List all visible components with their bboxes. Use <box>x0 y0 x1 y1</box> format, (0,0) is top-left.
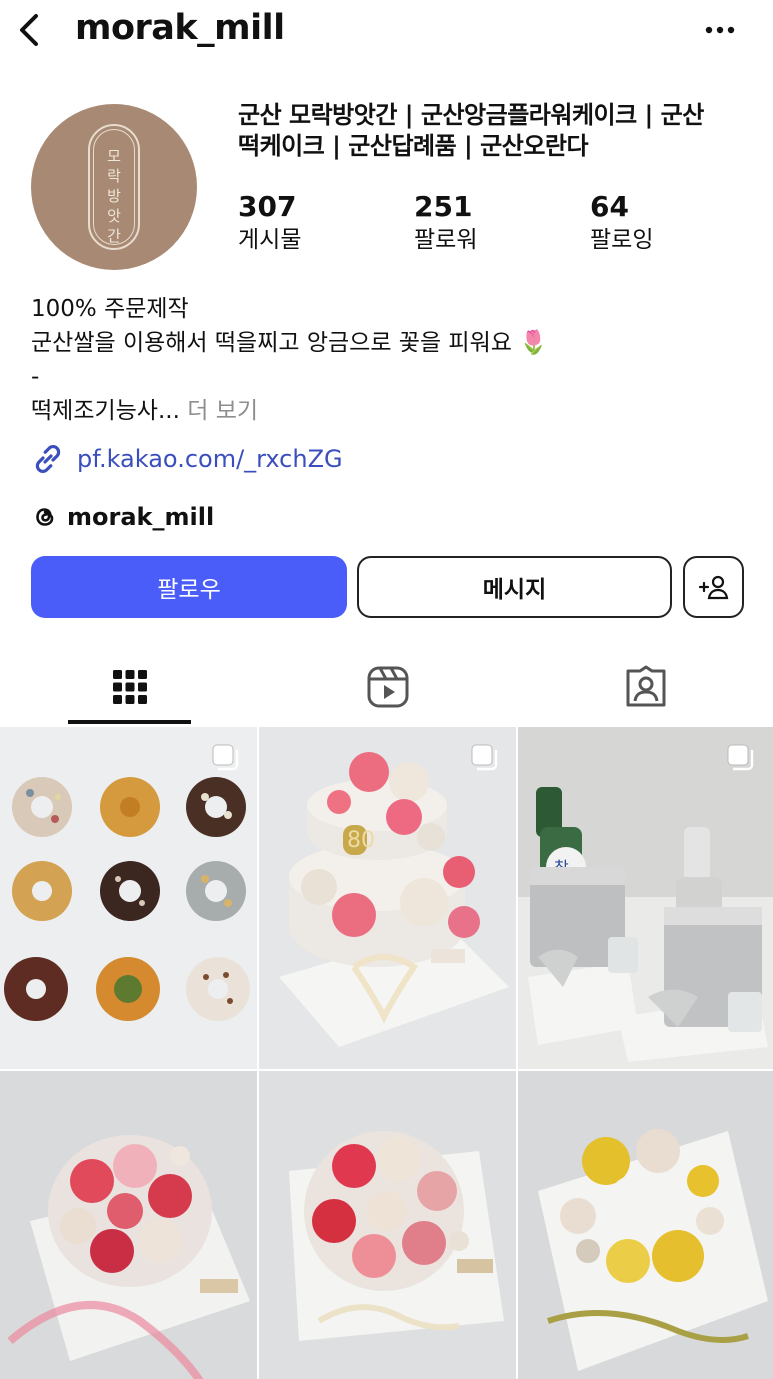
avatar[interactable]: 모 락 방 앗 간 <box>31 104 197 270</box>
link-url: pf.kakao.com/_rxchZG <box>77 445 343 473</box>
more-horizontal-icon <box>705 26 735 34</box>
posts-grid: 80 참 <box>0 727 773 1379</box>
multiple-photos-icon <box>727 744 754 771</box>
post-thumbnail[interactable]: 80 <box>259 727 516 1069</box>
threads-handle: morak_mill <box>67 503 215 531</box>
post-thumbnail[interactable] <box>518 1071 773 1379</box>
avatar-logo: 모 락 방 앗 간 <box>88 124 140 250</box>
profile-header: morak_mill <box>0 0 773 62</box>
external-link[interactable]: pf.kakao.com/_rxchZG <box>31 442 343 476</box>
following-label: 팔로잉 <box>590 227 654 253</box>
post-thumbnail[interactable] <box>0 727 257 1069</box>
post-image <box>0 1071 257 1379</box>
avatar-letter: 간 <box>107 227 121 245</box>
link-icon <box>35 445 61 473</box>
svg-text:80: 80 <box>347 828 375 853</box>
reels-icon <box>367 666 408 708</box>
more-options-button[interactable] <box>700 18 740 42</box>
followers-count: 251 <box>414 190 473 223</box>
post-thumbnail[interactable] <box>259 1071 516 1379</box>
post-image <box>518 1071 773 1379</box>
post-image <box>0 727 257 1069</box>
followers-label: 팔로워 <box>414 227 478 253</box>
grid-icon <box>112 670 147 704</box>
tab-reels[interactable] <box>326 650 449 724</box>
message-button[interactable]: 메시지 <box>357 556 672 618</box>
post-image: 참 <box>518 727 773 1069</box>
posts-label: 게시물 <box>238 227 302 253</box>
active-tab-indicator <box>68 720 191 724</box>
threads-icon <box>36 508 54 526</box>
tab-tagged[interactable] <box>584 650 707 724</box>
avatar-letter: 모 <box>107 147 121 165</box>
threads-badge[interactable]: morak_mill <box>31 500 214 534</box>
multiple-photos-icon <box>212 744 239 771</box>
posts-count-stat[interactable]: 307 게시물 <box>238 190 301 256</box>
suggested-accounts-button[interactable] <box>683 556 744 618</box>
following-count: 64 <box>590 190 629 223</box>
chevron-left-icon <box>20 14 38 46</box>
avatar-letter: 앗 <box>107 207 121 225</box>
back-button[interactable] <box>14 10 46 50</box>
tagged-icon <box>626 665 665 707</box>
post-image: 80 <box>259 727 516 1069</box>
avatar-letter: 방 <box>107 187 121 205</box>
multiple-photos-icon <box>471 744 498 771</box>
following-stat[interactable]: 64 팔로잉 <box>590 190 653 256</box>
add-user-icon <box>698 575 728 600</box>
bio-more-link[interactable]: 더 보기 <box>187 398 258 424</box>
post-thumbnail[interactable]: 참 <box>518 727 773 1069</box>
profile-name: 군산 모락방앗간 | 군산앙금플라워케이크 | 군산 떡케이크 | 군산답례품 … <box>238 101 704 160</box>
avatar-letter: 락 <box>107 167 121 185</box>
followers-stat[interactable]: 251 팔로워 <box>414 190 477 256</box>
follow-button[interactable]: 팔로우 <box>31 556 347 618</box>
bio-line: 군산쌀을 이용해서 떡을찌고 앙금으로 꽃을 피워요 🌷 <box>31 330 548 356</box>
posts-count: 307 <box>238 190 297 223</box>
page-title: morak_mill <box>75 8 285 48</box>
post-image <box>259 1071 516 1379</box>
bio-line: 떡제조기능사... <box>31 398 180 424</box>
post-thumbnail[interactable] <box>0 1071 257 1379</box>
bio-line: 100% 주문제작 <box>31 296 189 322</box>
tab-posts-grid[interactable] <box>68 650 191 724</box>
bio-line: - <box>31 364 40 390</box>
bio: 100% 주문제작 군산쌀을 이용해서 떡을찌고 앙금으로 꽃을 피워요 🌷 -… <box>31 292 751 428</box>
